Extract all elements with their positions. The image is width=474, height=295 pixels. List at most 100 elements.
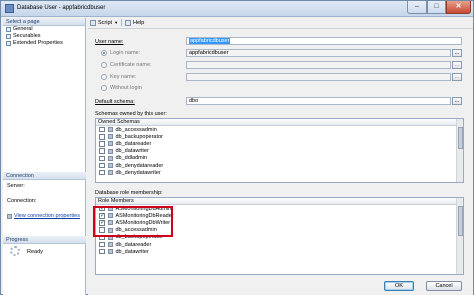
schema-icon	[107, 127, 113, 133]
script-icon	[90, 19, 96, 26]
key-name-radio[interactable]	[101, 74, 107, 80]
schema-name: db_denydatawriter	[115, 169, 161, 176]
certificate-browse-button: ...	[452, 61, 462, 69]
key-name-label: Key name:	[110, 74, 137, 80]
connection-section: Connection Server: Connection: View conn…	[3, 172, 86, 221]
schema-name: db_denydatareader	[115, 162, 164, 169]
connection-header: Connection	[3, 172, 86, 180]
schema-row[interactable]: db_backupoperator	[96, 133, 463, 140]
script-button[interactable]: Script ▼	[90, 19, 118, 27]
schema-name: db_backupoperator	[115, 133, 163, 140]
without-login-option[interactable]: Without login	[101, 85, 142, 91]
checkbox[interactable]	[99, 134, 105, 140]
chevron-down-icon: ▼	[114, 20, 119, 25]
default-schema-browse-button[interactable]: ...	[452, 97, 462, 105]
page-item-general[interactable]: General	[3, 26, 85, 33]
role-members-scrollbar[interactable]	[456, 198, 463, 274]
login-name-option[interactable]: Login name:	[101, 50, 140, 56]
connection-properties-icon	[7, 214, 12, 219]
view-connection-row: View connection properties	[3, 212, 86, 221]
select-page-header: Select a page	[3, 18, 85, 26]
page-item-securables[interactable]: Securables	[3, 33, 85, 40]
role-row[interactable]: db_datawriter	[96, 248, 463, 255]
maximize-button[interactable]: □	[427, 1, 446, 14]
key-name-option[interactable]: Key name:	[101, 74, 136, 80]
schema-row[interactable]: db_denydatawriter	[96, 169, 463, 176]
view-connection-properties-link[interactable]: View connection properties	[14, 212, 80, 221]
schema-name: db_datareader	[115, 140, 152, 147]
highlight-box	[93, 206, 173, 237]
left-pane: Select a page General Securables Extende…	[3, 18, 86, 295]
checkbox[interactable]	[99, 155, 105, 162]
checkbox[interactable]	[99, 126, 105, 133]
schemas-section-label: Schemas owned by this user:	[95, 111, 167, 117]
checkbox[interactable]	[99, 241, 105, 248]
scrollbar-thumb[interactable]	[458, 127, 463, 149]
role-icon	[107, 242, 113, 248]
role-name: db_datareader	[115, 241, 152, 248]
right-pane: Script ▼ Help User name: appfabricdbuser…	[88, 18, 473, 295]
key-browse-button: ...	[452, 73, 462, 81]
close-button[interactable]: ✕	[446, 1, 471, 14]
owned-schemas-grid: Owned Schemas db_accessadmin db_backupope…	[95, 118, 464, 183]
progress-status: Ready	[27, 249, 43, 255]
page-item-label: Extended Properties	[13, 40, 63, 46]
minimize-button[interactable]: –	[407, 1, 427, 14]
help-icon	[125, 19, 132, 26]
page-item-label: General	[13, 26, 33, 32]
checkbox[interactable]	[99, 169, 105, 176]
certificate-name-option[interactable]: Certificate name:	[101, 62, 152, 68]
certificate-name-radio[interactable]	[101, 62, 107, 68]
checkbox[interactable]	[99, 141, 105, 147]
user-name-field[interactable]: appfabricdbuser	[186, 37, 462, 45]
user-name-label: User name:	[95, 39, 124, 45]
certificate-name-field	[186, 61, 451, 69]
schema-name: db_datawriter	[115, 148, 149, 155]
progress-header: Progress	[3, 236, 86, 244]
page-item-extended-properties[interactable]: Extended Properties	[3, 40, 85, 47]
checkbox[interactable]	[99, 248, 105, 255]
schema-row[interactable]: db_accessadmin	[96, 126, 463, 133]
page-icon	[6, 34, 11, 39]
schema-icon	[107, 163, 113, 169]
login-name-radio[interactable]	[101, 50, 107, 56]
checkbox[interactable]	[99, 162, 105, 169]
page-icon	[6, 41, 11, 46]
progress-spinner-icon	[10, 246, 20, 256]
roles-section-label: Database role membership:	[95, 190, 163, 196]
role-name: db_datawriter	[115, 248, 149, 255]
default-schema-field[interactable]: dbo	[186, 97, 451, 105]
help-button[interactable]: Help	[125, 19, 144, 27]
checkbox[interactable]	[99, 148, 105, 154]
schema-name: db_ddladmin	[115, 155, 148, 162]
login-name-label: Login name:	[110, 50, 141, 56]
login-name-field[interactable]: appfabricdbuser	[186, 49, 451, 57]
owned-schemas-scrollbar[interactable]	[456, 119, 463, 182]
role-row[interactable]: db_datareader	[96, 241, 463, 248]
schema-row[interactable]: db_datawriter	[96, 148, 463, 155]
default-schema-label: Default schema:	[95, 99, 135, 105]
schema-icon	[107, 141, 113, 147]
schema-name: db_accessadmin	[115, 126, 157, 133]
ok-button[interactable]: OK	[384, 281, 414, 291]
login-browse-button[interactable]: ...	[452, 49, 462, 57]
schema-icon	[107, 134, 113, 140]
scrollbar-thumb[interactable]	[458, 206, 463, 236]
toolbar-separator	[121, 19, 123, 26]
app-icon	[5, 4, 14, 13]
without-login-radio[interactable]	[101, 85, 107, 91]
schema-row[interactable]: db_denydatareader	[96, 162, 463, 169]
toolbar-divider	[88, 28, 473, 29]
user-name-value: appfabricdbuser	[189, 38, 231, 44]
database-user-dialog: Database User - appfabricdbuser – □ ✕ Se…	[0, 0, 474, 295]
role-icon	[107, 249, 113, 255]
schema-icon	[107, 170, 113, 176]
cancel-button[interactable]: Cancel	[426, 281, 462, 291]
schema-icon	[107, 155, 113, 161]
connection-label: Connection:	[7, 198, 37, 204]
script-label: Script	[98, 19, 113, 26]
schema-row[interactable]: db_ddladmin	[96, 155, 463, 162]
schema-icon	[107, 148, 113, 154]
schema-row[interactable]: db_datareader	[96, 140, 463, 147]
toolbar: Script ▼ Help	[88, 18, 473, 27]
